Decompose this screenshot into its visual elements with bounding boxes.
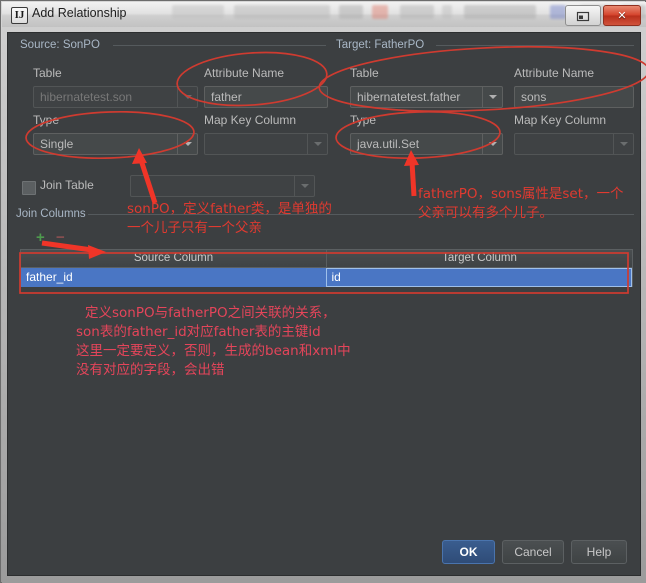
restore-window-button[interactable]: [565, 5, 601, 26]
chevron-down-icon: [183, 95, 192, 99]
target-group-title: Target: FatherPO: [336, 39, 425, 51]
join-table-label: Join Table: [40, 178, 94, 192]
cell-source-column[interactable]: father_id: [21, 268, 326, 287]
source-type-dropdown-arrow[interactable]: [177, 134, 197, 154]
source-attribute-value: father: [211, 90, 242, 104]
target-type-combo[interactable]: java.util.Set: [350, 133, 503, 155]
app-icon-label: IJ: [14, 9, 25, 21]
target-mapkey-combo[interactable]: [514, 133, 634, 155]
dialog-body-wrapper: Source: SonPO Table hibernatetest.son At…: [2, 27, 646, 583]
join-columns-table[interactable]: Source Column Target Column father_id id: [20, 249, 633, 287]
table-row[interactable]: father_id id: [21, 268, 632, 287]
source-mapkey-dropdown-arrow[interactable]: [307, 134, 327, 154]
chevron-down-icon: [300, 184, 309, 188]
source-type-label: Type: [33, 113, 60, 127]
desktop-bleed-6: [442, 5, 452, 19]
chevron-down-icon: [488, 95, 497, 99]
dialog-content: Source: SonPO Table hibernatetest.son At…: [7, 32, 641, 576]
window-title: Add Relationship: [32, 6, 127, 20]
join-table-checkbox[interactable]: [22, 181, 36, 195]
desktop-bleed-1: [172, 5, 224, 19]
source-mapkey-combo[interactable]: [204, 133, 328, 155]
join-table-dropdown-arrow[interactable]: [294, 176, 314, 196]
close-icon: ✕: [617, 10, 627, 22]
help-button[interactable]: Help: [571, 540, 627, 564]
source-attribute-input[interactable]: father: [204, 86, 328, 108]
close-window-button[interactable]: ✕: [603, 5, 641, 26]
title-bar: IJ Add Relationship ✕: [2, 2, 646, 28]
source-table-label: Table: [33, 66, 62, 80]
restore-icon: [576, 11, 590, 21]
add-join-column-button[interactable]: +: [36, 230, 45, 245]
target-type-value: java.util.Set: [357, 137, 420, 151]
source-type-combo[interactable]: Single: [33, 133, 198, 155]
target-table-value: hibernatetest.father: [357, 90, 461, 104]
source-type-value: Single: [40, 137, 74, 151]
source-attribute-label: Attribute Name: [204, 66, 285, 80]
join-table-combo[interactable]: [130, 175, 315, 197]
chevron-down-icon: [488, 142, 497, 146]
chevron-down-icon: [619, 142, 628, 146]
desktop-bleed-8: [550, 5, 566, 19]
remove-join-column-button[interactable]: −: [56, 230, 65, 245]
chevron-down-icon: [183, 142, 192, 146]
join-columns-rule: [88, 214, 634, 215]
source-group-rule: [113, 45, 326, 46]
target-table-label: Table: [350, 66, 379, 80]
column-header-source[interactable]: Source Column: [21, 250, 327, 267]
desktop-bleed-3: [339, 5, 363, 19]
target-group-rule: [436, 45, 634, 46]
cancel-button[interactable]: Cancel: [502, 540, 564, 564]
join-columns-title: Join Columns: [16, 208, 86, 220]
desktop-bleed-4: [372, 5, 388, 19]
window-frame: IJ Add Relationship ✕ Source: SonPO Tabl…: [0, 0, 646, 583]
target-attribute-label: Attribute Name: [514, 66, 595, 80]
desktop-bleed-7: [464, 5, 536, 19]
join-columns-header: Source Column Target Column: [21, 250, 632, 268]
target-type-label: Type: [350, 113, 377, 127]
column-header-target[interactable]: Target Column: [327, 250, 632, 267]
target-attribute-input[interactable]: sons: [514, 86, 634, 108]
intellij-app-icon: IJ: [11, 7, 28, 24]
source-table-combo[interactable]: hibernatetest.son: [33, 86, 198, 108]
desktop-bleed-2: [234, 5, 330, 19]
source-group-title: Source: SonPO: [20, 39, 100, 51]
target-mapkey-label: Map Key Column: [514, 113, 607, 127]
source-table-dropdown-arrow[interactable]: [177, 87, 197, 107]
add-relationship-dialog: IJ Add Relationship ✕ Source: SonPO Tabl…: [0, 0, 646, 583]
desktop-bleed-5: [400, 5, 434, 19]
target-attribute-value: sons: [521, 90, 547, 104]
target-table-dropdown-arrow[interactable]: [482, 87, 502, 107]
chevron-down-icon: [313, 142, 322, 146]
ok-button[interactable]: OK: [442, 540, 495, 564]
source-table-value: hibernatetest.son: [40, 90, 133, 104]
target-mapkey-dropdown-arrow[interactable]: [613, 134, 633, 154]
cell-target-column[interactable]: id: [325, 268, 632, 287]
target-type-dropdown-arrow[interactable]: [482, 134, 502, 154]
target-table-combo[interactable]: hibernatetest.father: [350, 86, 503, 108]
source-mapkey-label: Map Key Column: [204, 113, 297, 127]
